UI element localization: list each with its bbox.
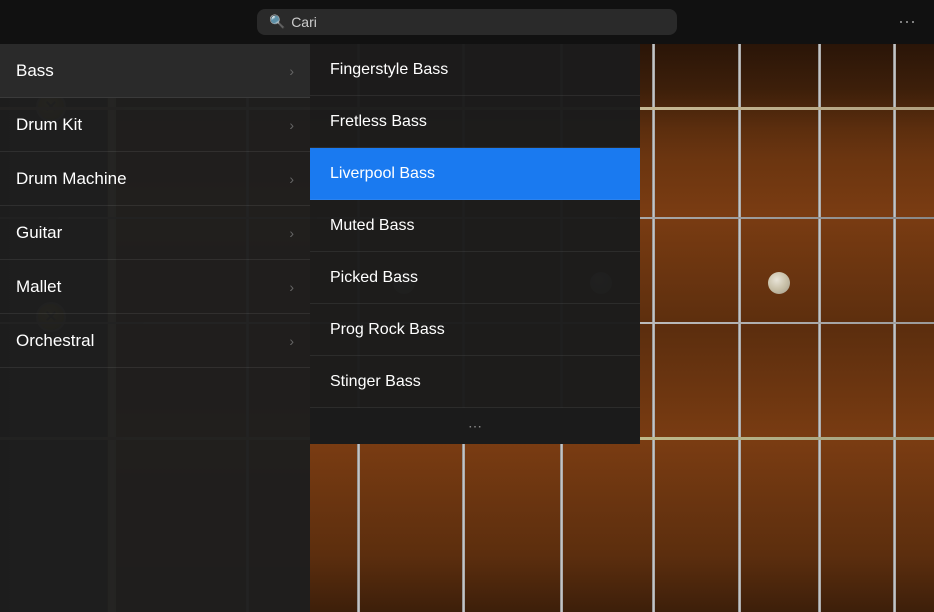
chevron-icon-guitar: ›	[289, 225, 294, 241]
sidebar-item-orchestral[interactable]: Orchestral ›	[0, 314, 310, 368]
chevron-icon-drum-machine: ›	[289, 171, 294, 187]
submenu-item-picked-bass[interactable]: Picked Bass	[310, 252, 640, 304]
search-box[interactable]: 🔍 Cari	[257, 9, 677, 35]
search-text: Cari	[291, 14, 665, 30]
sidebar-item-bass[interactable]: Bass ›	[0, 44, 310, 98]
top-bar: 🔍 Cari ⋯	[0, 0, 934, 44]
submenu-item-liverpool-bass[interactable]: Liverpool Bass	[310, 148, 640, 200]
chevron-icon-orchestral: ›	[289, 333, 294, 349]
submenu-item-muted-bass[interactable]: Muted Bass	[310, 200, 640, 252]
submenu-item-fretless-bass[interactable]: Fretless Bass	[310, 96, 640, 148]
sidebar: Bass › Drum Kit › Drum Machine › Guitar …	[0, 44, 310, 612]
fret-dot-3	[768, 272, 790, 294]
search-icon: 🔍	[269, 14, 285, 30]
submenu-item-fingerstyle-bass[interactable]: Fingerstyle Bass	[310, 44, 640, 96]
sidebar-item-drum-kit[interactable]: Drum Kit ›	[0, 98, 310, 152]
fret-5	[652, 44, 655, 612]
sidebar-item-mallet[interactable]: Mallet ›	[0, 260, 310, 314]
chevron-icon-mallet: ›	[289, 279, 294, 295]
fret-8	[893, 44, 896, 612]
scroll-dots-icon: ⋯	[468, 418, 482, 435]
fret-6	[738, 44, 741, 612]
submenu-item-prog-rock-bass[interactable]: Prog Rock Bass	[310, 304, 640, 356]
chevron-icon-drum-kit: ›	[289, 117, 294, 133]
menu-icon[interactable]: ⋯	[898, 12, 918, 33]
scroll-indicator: ⋯	[310, 408, 640, 444]
fret-7	[818, 44, 821, 612]
submenu-item-stinger-bass[interactable]: Stinger Bass	[310, 356, 640, 408]
submenu: Fingerstyle Bass Fretless Bass Liverpool…	[310, 44, 640, 444]
chevron-icon-bass: ›	[289, 63, 294, 79]
sidebar-item-drum-machine[interactable]: Drum Machine ›	[0, 152, 310, 206]
sidebar-item-guitar[interactable]: Guitar ›	[0, 206, 310, 260]
